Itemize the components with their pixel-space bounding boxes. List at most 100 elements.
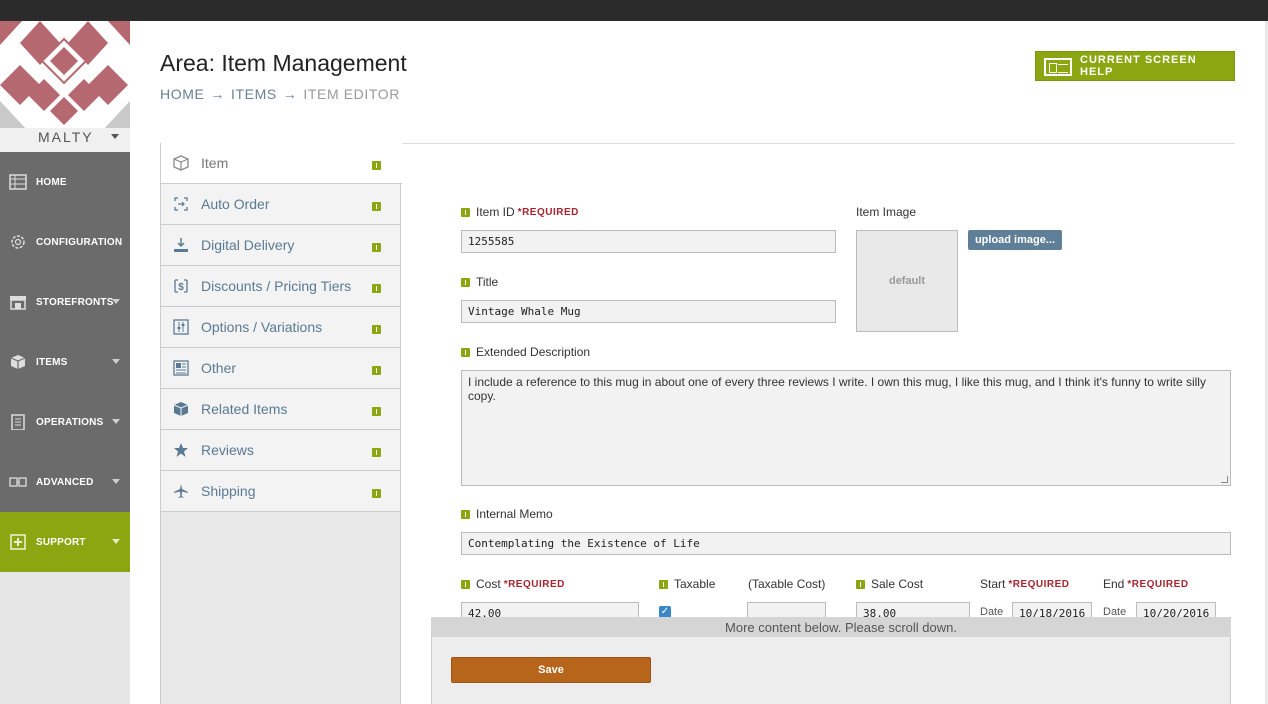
info-icon[interactable] <box>461 579 470 589</box>
breadcrumb-arrow: → <box>210 86 226 102</box>
end-label: End *REQUIRED <box>1103 577 1189 591</box>
star-icon <box>174 443 188 457</box>
nav-item-configuration[interactable]: CONFIGURATION <box>0 212 130 272</box>
nav-item-home[interactable]: HOME <box>0 152 130 212</box>
chevron-down-icon <box>112 539 120 544</box>
extended-description-label: Extended Description <box>461 345 590 359</box>
upload-image-button[interactable]: upload image... <box>968 230 1062 250</box>
start-label: Start *REQUIRED <box>980 577 1070 591</box>
nav-label: CONFIGURATION <box>36 236 123 248</box>
info-icon[interactable] <box>372 407 381 416</box>
tab-auto-order[interactable]: Auto Order <box>161 184 400 225</box>
current-screen-help-button[interactable]: CURRENT SCREEN HELP <box>1035 51 1235 81</box>
resize-handle-icon[interactable] <box>1221 476 1228 483</box>
info-icon[interactable] <box>372 366 381 375</box>
page-title: Area: Item Management <box>160 50 407 76</box>
info-icon[interactable] <box>372 448 381 457</box>
item-id-field[interactable]: 1255585 <box>461 230 836 253</box>
nav-item-storefronts[interactable]: STOREFRONTS <box>0 272 130 332</box>
nav-label: HOME <box>36 176 67 188</box>
store-logo[interactable]: MALTY <box>0 21 130 152</box>
info-icon[interactable] <box>372 284 381 293</box>
home-grid-icon <box>9 174 27 190</box>
tab-other[interactable]: Other <box>161 348 400 389</box>
tab-label: Related Items <box>201 401 288 417</box>
tab-discounts-pricing-tiers[interactable]: $ Discounts / Pricing Tiers <box>161 266 400 307</box>
tab-item[interactable]: Item <box>161 143 402 184</box>
info-icon[interactable] <box>856 579 865 589</box>
sidebar: MALTY HOME CONFIGURATION STOREFRONTS ITE… <box>0 21 130 704</box>
tab-label: Auto Order <box>201 196 270 212</box>
airplane-icon <box>174 484 188 498</box>
breadcrumb: HOME → ITEMS → ITEM EDITOR <box>160 86 400 102</box>
tab-label: Other <box>201 360 237 376</box>
tab-label: Item <box>201 155 229 171</box>
nav-item-operations[interactable]: OPERATIONS <box>0 392 130 452</box>
box-outline-icon <box>173 155 189 171</box>
start-label-text: Start <box>980 577 1006 591</box>
taxable-cost-label: (Taxable Cost) <box>748 577 826 591</box>
tab-label: Options / Variations <box>201 319 323 335</box>
nav-label: ITEMS <box>36 356 68 368</box>
cube-icon <box>10 355 26 369</box>
internal-memo-field[interactable]: Contemplating the Existence of Life <box>461 532 1231 555</box>
title-field[interactable]: Vintage Whale Mug <box>461 300 836 323</box>
taxable-label-text: Taxable <box>674 577 716 591</box>
sale-cost-label: Sale Cost <box>856 577 923 591</box>
nav-item-advanced[interactable]: ADVANCED <box>0 452 130 512</box>
required-marker: *REQUIRED <box>517 206 579 218</box>
nav-label: OPERATIONS <box>36 416 104 428</box>
dollar-icon: $ <box>174 279 188 293</box>
download-icon <box>174 238 188 252</box>
tab-related-items[interactable]: Related Items <box>161 389 400 430</box>
info-icon[interactable] <box>461 207 470 217</box>
chevron-down-icon[interactable] <box>111 134 119 139</box>
tab-digital-delivery[interactable]: Digital Delivery <box>161 225 400 266</box>
top-bar <box>0 0 1268 21</box>
breadcrumb-items[interactable]: ITEMS <box>231 86 277 102</box>
info-icon[interactable] <box>372 489 381 498</box>
info-icon[interactable] <box>372 202 381 211</box>
gear-icon <box>11 235 25 249</box>
info-icon[interactable] <box>461 509 470 519</box>
sale-cost-label-text: Sale Cost <box>871 577 924 591</box>
title-label-text: Title <box>476 275 499 289</box>
save-button[interactable]: Save <box>451 657 651 683</box>
extended-description-field[interactable]: I include a reference to this mug in abo… <box>461 370 1231 486</box>
plus-icon <box>10 534 26 550</box>
clipboard-icon <box>11 414 25 430</box>
breadcrumb-arrow: → <box>282 86 298 102</box>
advanced-icon <box>9 477 27 487</box>
required-marker: *REQUIRED <box>1127 578 1189 590</box>
chevron-down-icon <box>112 359 120 364</box>
info-icon[interactable] <box>461 277 470 287</box>
item-id-label: Item ID *REQUIRED <box>461 205 579 219</box>
chevron-down-icon <box>112 299 120 304</box>
info-icon[interactable] <box>659 579 668 589</box>
tab-options-variations[interactable]: Options / Variations <box>161 307 400 348</box>
editor-tabs: Item Auto Order Digital Delivery $ Disco… <box>160 143 402 704</box>
store-name: MALTY <box>38 129 94 145</box>
nav-item-items[interactable]: ITEMS <box>0 332 130 392</box>
info-icon[interactable] <box>372 243 381 252</box>
breadcrumb-home[interactable]: HOME <box>160 86 204 102</box>
item-image-label: Item Image <box>856 205 917 219</box>
item-image-preview: default <box>856 230 958 332</box>
internal-memo-label-text: Internal Memo <box>476 507 553 521</box>
info-icon[interactable] <box>372 161 381 170</box>
tab-reviews[interactable]: Reviews <box>161 430 400 471</box>
taxable-label: Taxable <box>659 577 715 591</box>
cost-label: Cost *REQUIRED <box>461 577 565 591</box>
tab-shipping[interactable]: Shipping <box>161 471 400 512</box>
info-icon[interactable] <box>461 347 470 357</box>
info-icon[interactable] <box>372 325 381 334</box>
svg-text:$: $ <box>178 282 184 293</box>
nav-item-support[interactable]: SUPPORT <box>0 512 130 572</box>
tab-label: Discounts / Pricing Tiers <box>201 278 352 294</box>
document-icon <box>173 360 189 376</box>
extended-description-label-text: Extended Description <box>476 345 591 359</box>
required-marker: *REQUIRED <box>503 578 565 590</box>
required-marker: *REQUIRED <box>1008 578 1070 590</box>
nav-label: SUPPORT <box>36 536 86 548</box>
auto-order-icon <box>174 197 188 211</box>
